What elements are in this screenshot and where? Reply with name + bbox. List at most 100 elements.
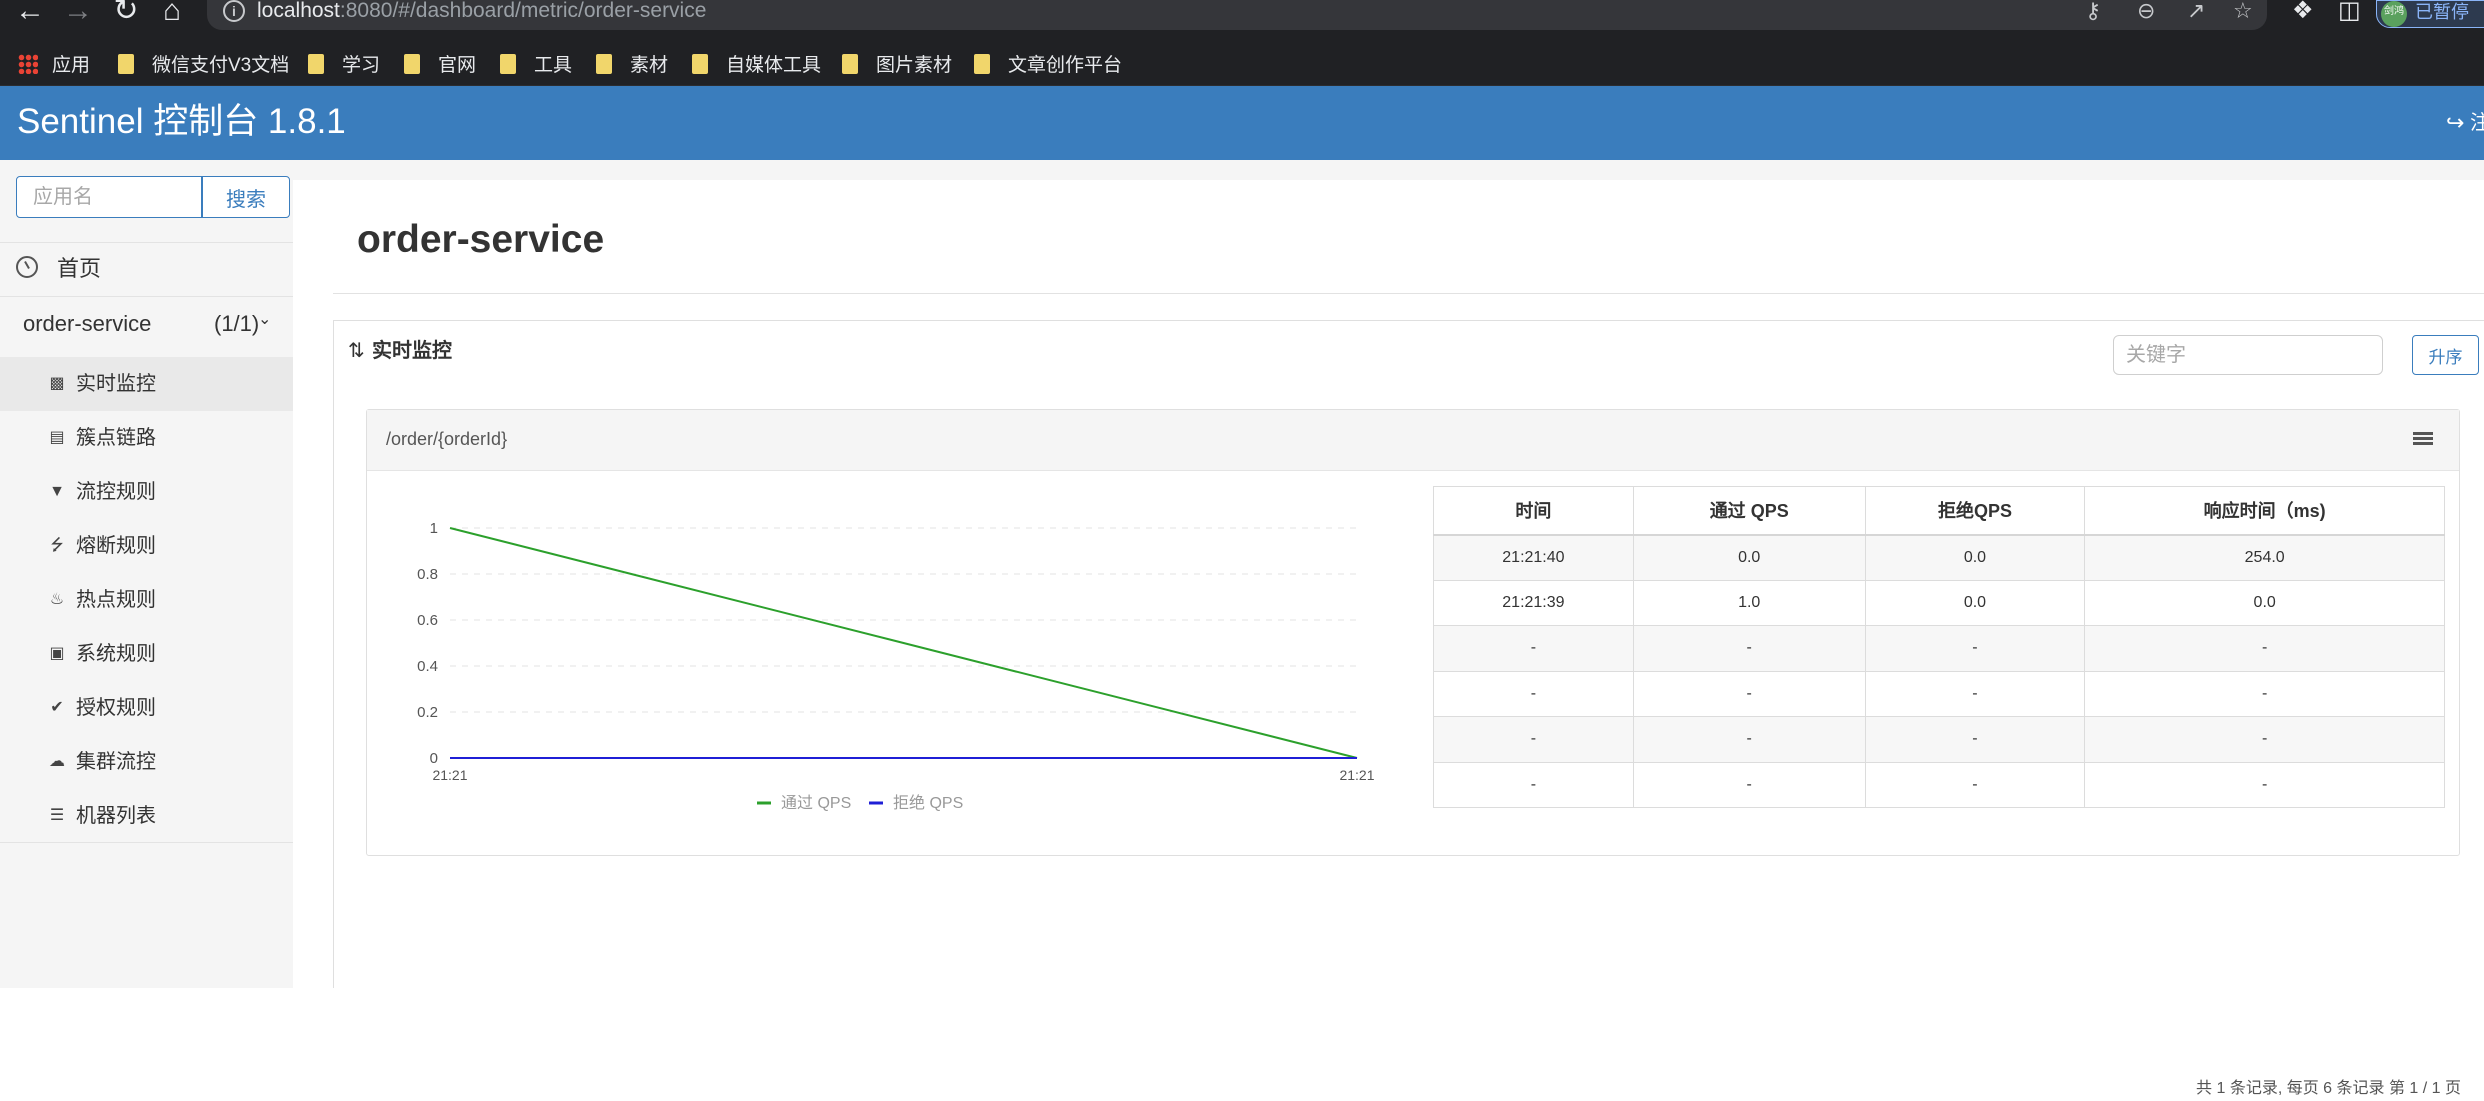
cell-time: 21:21:40 bbox=[1433, 534, 1634, 581]
bookmark-folder[interactable]: 工具 bbox=[500, 46, 572, 86]
sidebar-item-hotspot-rules[interactable]: ♨ 热点规则 bbox=[0, 573, 293, 627]
app-search: 搜索 bbox=[16, 176, 290, 218]
sidebar-item-degrade-rules[interactable]: ⭍ 熔断规则 bbox=[0, 519, 293, 573]
sidebar-item-home[interactable]: 首页 bbox=[0, 242, 293, 296]
y-tick-label: 0.8 bbox=[417, 566, 438, 583]
site-info-icon[interactable]: i bbox=[223, 0, 245, 22]
y-tick-label: 0.2 bbox=[417, 704, 438, 721]
forward-arrow-icon[interactable]: → bbox=[58, 0, 98, 46]
metric-table: 时间 通过 QPS 拒绝QPS 响应时间（ms) 21:21:40 0.0 0.… bbox=[1433, 486, 2445, 808]
sort-ascending-button[interactable]: 升序 bbox=[2412, 335, 2479, 375]
sidebar-app-order-service[interactable]: order-service (1/1) ⌄ bbox=[0, 296, 293, 352]
cell-rt: 0.0 bbox=[2084, 579, 2445, 626]
flash-icon: ⭍ bbox=[50, 537, 64, 554]
app-search-input[interactable] bbox=[16, 176, 202, 218]
bookmark-folder[interactable]: 微信支付V3文档 bbox=[118, 46, 289, 86]
folder-icon bbox=[596, 54, 612, 74]
realtime-monitor-panel: ⇅实时监控 升序 /order/{orderId} 0 0.2 0.4 0.6 0.8 1… bbox=[333, 320, 2484, 1097]
sidebar-item-machine-list[interactable]: ☰ 机器列表 bbox=[0, 789, 293, 843]
bookmark-star-icon[interactable]: ☆ bbox=[2233, 0, 2253, 22]
filter-icon: ▼ bbox=[49, 483, 65, 500]
app-search-button[interactable]: 搜索 bbox=[202, 176, 290, 218]
table-row: 21:21:39 1.0 0.0 0.0 bbox=[1433, 579, 2445, 626]
home-icon[interactable]: ⌂ bbox=[152, 0, 192, 46]
cell-pass-qps: - bbox=[1632, 716, 1866, 763]
url-text[interactable]: localhost:8080/#/dashboard/metric/order-… bbox=[257, 0, 706, 22]
table-row: - - - - bbox=[1433, 670, 2445, 717]
extensions-puzzle-icon[interactable]: ❖ bbox=[2292, 0, 2314, 23]
cell-rt: - bbox=[2084, 625, 2445, 672]
y-tick-label: 1 bbox=[430, 520, 438, 537]
bookmark-folder[interactable]: 素材 bbox=[596, 46, 668, 86]
bookmark-folder[interactable]: 学习 bbox=[308, 46, 380, 86]
apps-grid-icon bbox=[18, 54, 38, 74]
table-row: 21:21:40 0.0 0.0 254.0 bbox=[1433, 534, 2445, 581]
th-list-icon: ☰ bbox=[49, 807, 65, 824]
cell-pass-qps: - bbox=[1632, 625, 1866, 672]
y-tick-label: 0.6 bbox=[417, 612, 438, 629]
cell-time: - bbox=[1433, 625, 1634, 672]
sidebar-item-cluster-flow[interactable]: ☁ 集群流控 bbox=[0, 735, 293, 789]
sidebar-item-cluster-point-link[interactable]: ▤ 簇点链路 bbox=[0, 411, 293, 465]
app-header: Sentinel 控制台 1.8.1 ↪ 注 bbox=[0, 86, 2484, 160]
cell-block-qps: - bbox=[1864, 761, 2086, 808]
bookmark-folder[interactable]: 文章创作平台 bbox=[974, 46, 1122, 86]
table-row: - - - - bbox=[1433, 625, 2445, 672]
app-instance-count: (1/1) bbox=[214, 311, 260, 336]
keyword-search-input[interactable] bbox=[2113, 335, 2383, 375]
sidebar-item-system-rules[interactable]: ▣ 系统规则 bbox=[0, 627, 293, 681]
folder-icon bbox=[692, 54, 708, 74]
cell-rt: - bbox=[2084, 761, 2445, 808]
cell-block-qps: 0.0 bbox=[1864, 534, 2086, 581]
reload-icon[interactable]: ↻ bbox=[106, 0, 146, 46]
bookmark-folder[interactable]: 官网 bbox=[404, 46, 476, 86]
chevron-down-icon: ⌄ bbox=[258, 311, 272, 328]
fire-icon: ♨ bbox=[49, 591, 65, 608]
logout-link[interactable]: 注 bbox=[2470, 110, 2484, 136]
x-tick-label: 21:21 bbox=[1339, 767, 1374, 783]
cell-block-qps: - bbox=[1864, 716, 2086, 763]
cell-rt: - bbox=[2084, 670, 2445, 717]
key-icon[interactable]: ⚷ bbox=[2085, 0, 2101, 22]
column-header-time: 时间 bbox=[1433, 486, 1634, 536]
bookmark-folder[interactable]: 自媒体工具 bbox=[692, 46, 821, 86]
address-bar[interactable]: i localhost:8080/#/dashboard/metric/orde… bbox=[207, 0, 2267, 30]
hamburger-menu-icon[interactable] bbox=[2413, 432, 2433, 448]
top-gap bbox=[293, 160, 2484, 180]
profile-chip[interactable]: 剑鸿 已暂停 bbox=[2376, 0, 2484, 28]
zoom-out-icon[interactable]: ⊖ bbox=[2137, 0, 2155, 22]
sidebar: 搜索 首页 order-service (1/1) ⌄ ▩ 实时监控 ▤ 簇点链… bbox=[0, 160, 293, 988]
bookmarks-bar: 应用 微信支付V3文档 学习 官网 工具 素材 自媒体工具 图片素材 文章创作平… bbox=[0, 46, 2484, 86]
sidebar-item-realtime-monitor[interactable]: ▩ 实时监控 bbox=[0, 357, 293, 411]
cell-time: - bbox=[1433, 670, 1634, 717]
folder-icon bbox=[974, 54, 990, 74]
bookmark-folder[interactable]: 图片素材 bbox=[842, 46, 952, 86]
browser-toolbar: ← → ↻ ⌂ i localhost:8080/#/dashboard/met… bbox=[0, 0, 2484, 46]
y-tick-label: 0.4 bbox=[417, 658, 438, 675]
sort-amount-icon: ⇅ bbox=[348, 340, 365, 362]
folder-icon bbox=[118, 54, 134, 74]
cell-block-qps: 0.0 bbox=[1864, 579, 2086, 626]
logout-icon[interactable]: ↪ bbox=[2446, 110, 2464, 136]
bar-chart-icon: ▩ bbox=[49, 375, 65, 392]
divider bbox=[0, 842, 293, 843]
folder-icon bbox=[500, 54, 516, 74]
qps-chart-svg: 0 0.2 0.4 0.6 0.8 1 21:21 21:21 通过 QPS 拒绝 QPS bbox=[417, 520, 1375, 812]
cell-time: - bbox=[1433, 716, 1634, 763]
cell-block-qps: - bbox=[1864, 625, 2086, 672]
dashboard-gauge-icon bbox=[16, 256, 38, 278]
sidebar-item-flow-rules[interactable]: ▼ 流控规则 bbox=[0, 465, 293, 519]
side-panel-icon[interactable]: ◫ bbox=[2338, 0, 2361, 23]
panel-title: ⇅ 实时监控 bbox=[348, 337, 452, 365]
column-header-rt: 响应时间（ms) bbox=[2084, 486, 2445, 536]
cell-rt: 254.0 bbox=[2084, 534, 2445, 581]
main-content: order-service ⇅实时监控 升序 /order/{orderId} … bbox=[293, 160, 2484, 1097]
column-header-pass-qps: 通过 QPS bbox=[1632, 486, 1866, 536]
qps-line-chart: 0 0.2 0.4 0.6 0.8 1 21:21 21:21 通过 QPS 拒绝 QPS bbox=[367, 486, 1407, 846]
bookmark-apps[interactable]: 应用 bbox=[18, 46, 90, 86]
check-circle-icon: ✔ bbox=[50, 699, 64, 716]
back-arrow-icon[interactable]: ← bbox=[10, 0, 50, 46]
sidebar-item-authority-rules[interactable]: ✔ 授权规则 bbox=[0, 681, 293, 735]
share-icon[interactable]: ↗ bbox=[2187, 0, 2205, 22]
app-title: Sentinel 控制台 1.8.1 bbox=[17, 102, 346, 141]
